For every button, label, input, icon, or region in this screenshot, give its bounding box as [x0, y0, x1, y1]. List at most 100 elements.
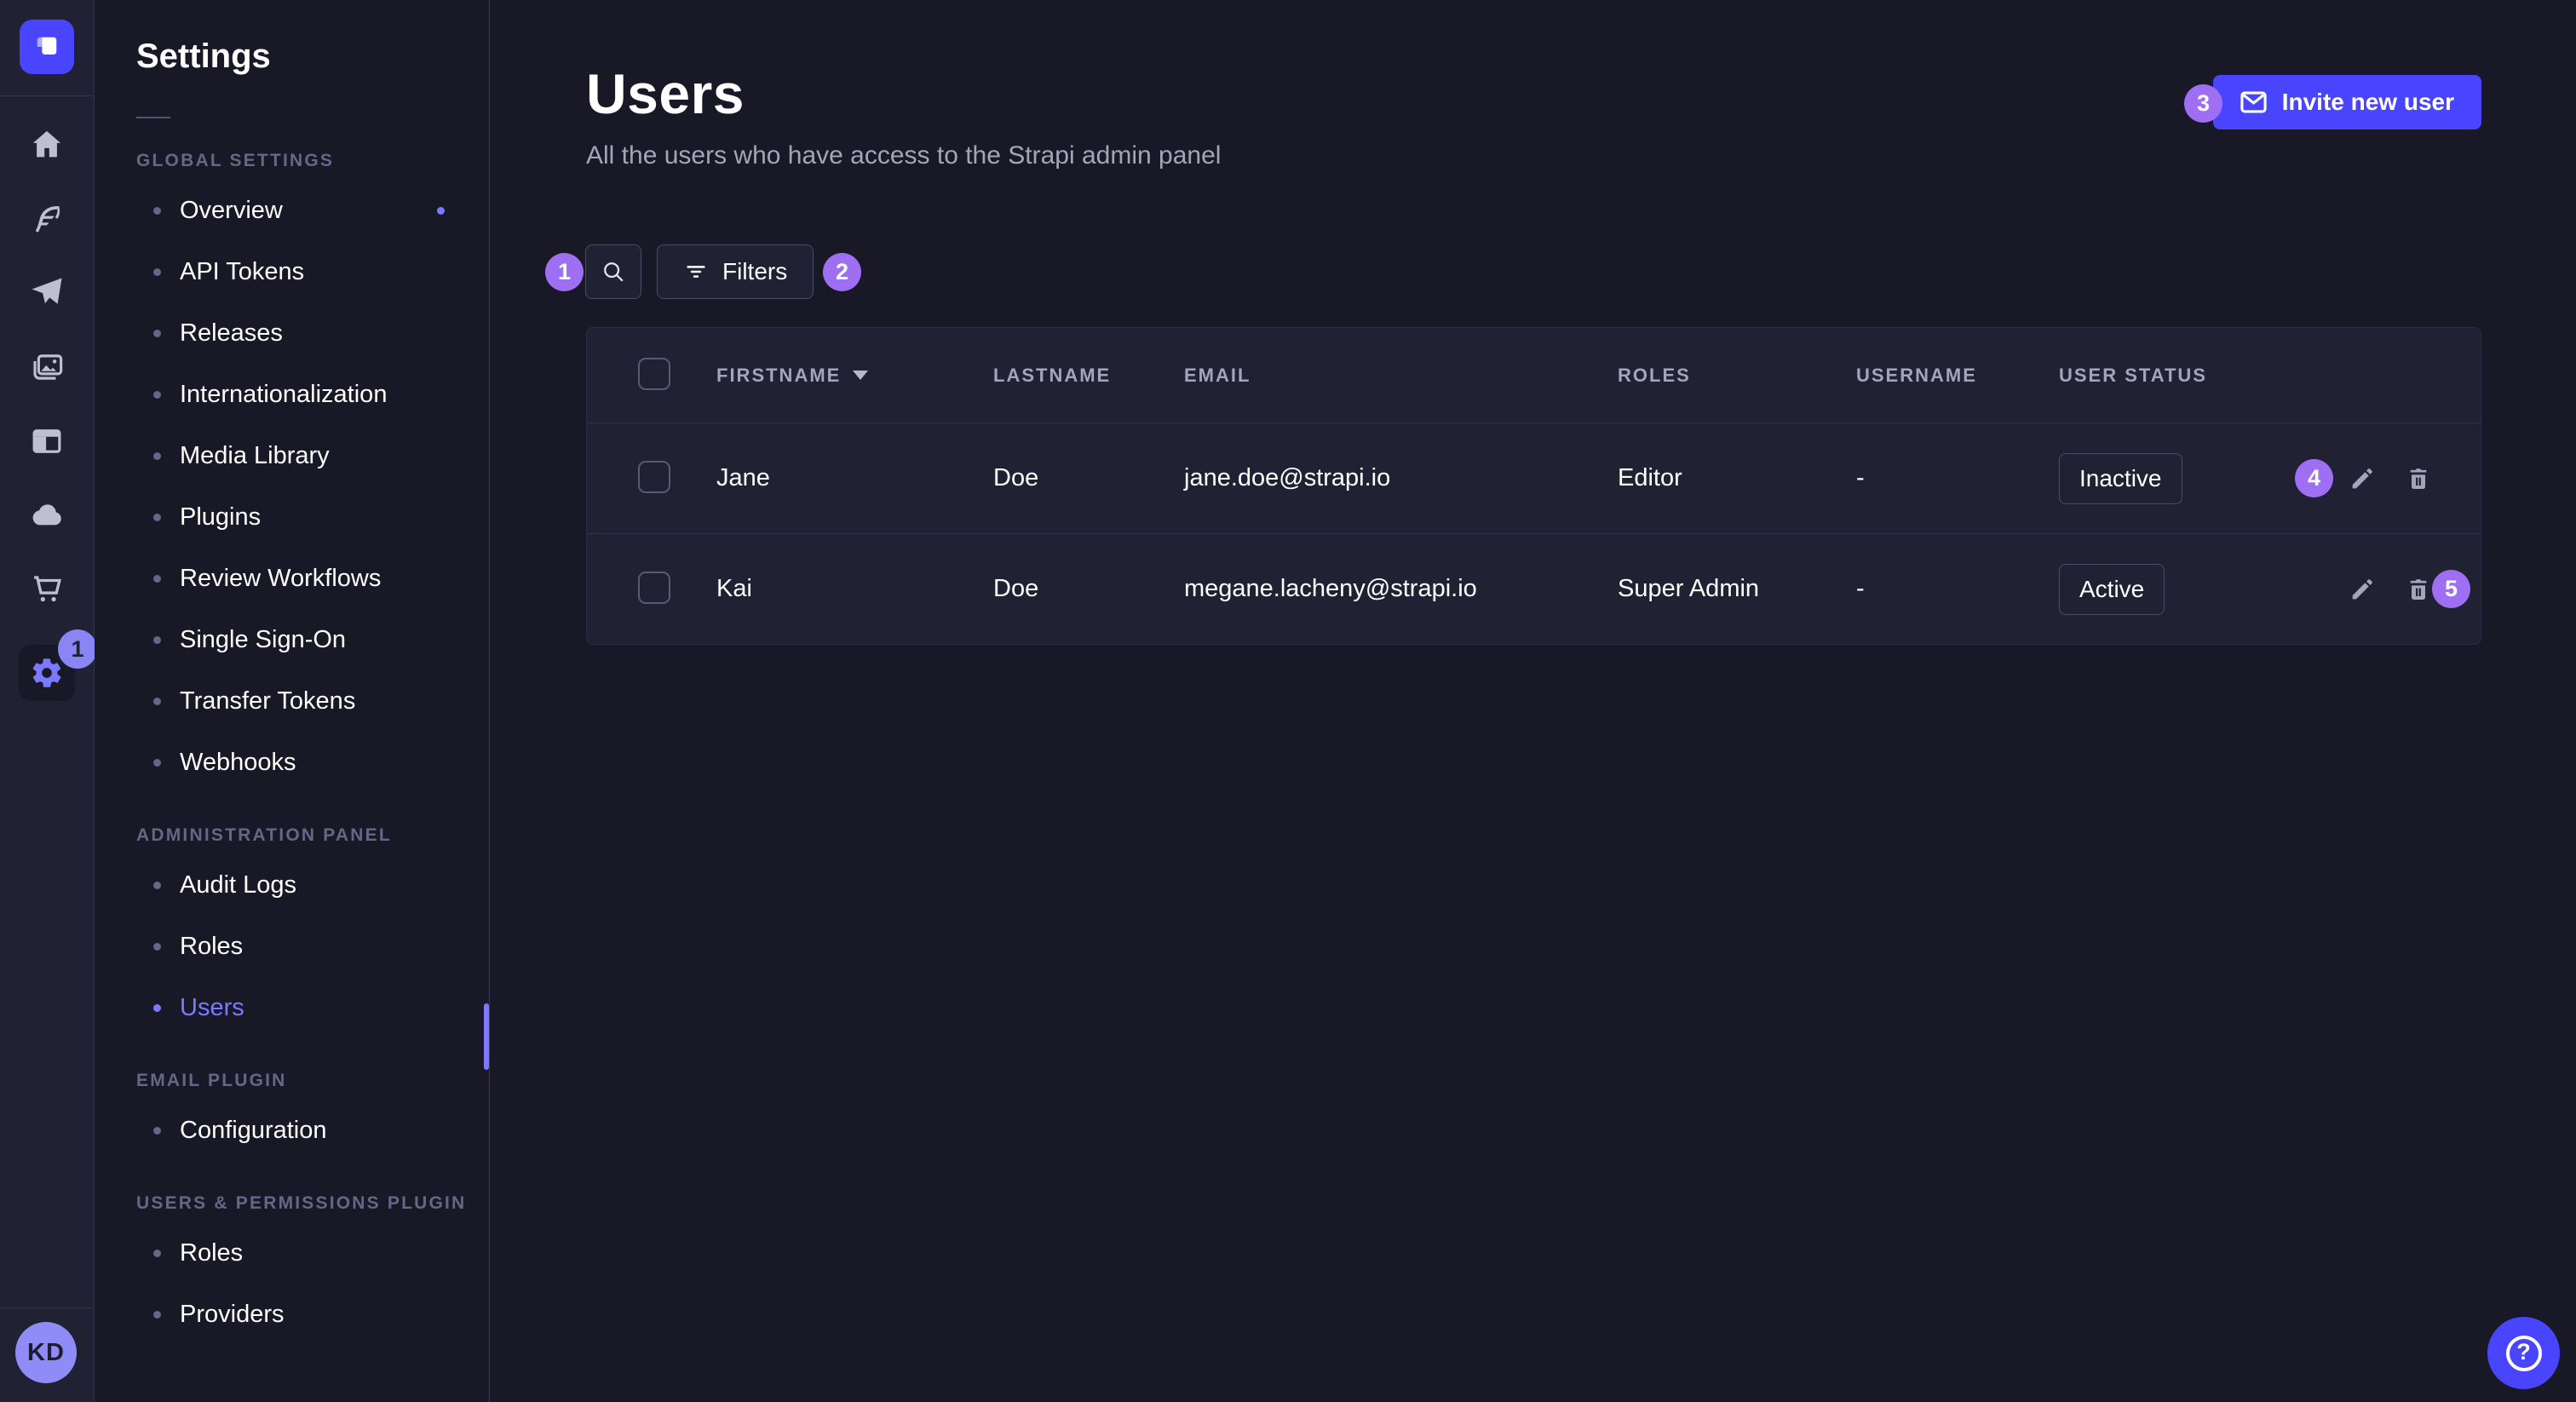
- strapi-logo[interactable]: [20, 20, 74, 74]
- section-label-email-plugin: Email plugin: [136, 1071, 469, 1091]
- pencil-icon: [2349, 465, 2376, 492]
- strapi-admin-screen: 1 KD Settings Global Settings Overview A…: [0, 0, 2576, 1402]
- filter-icon: [683, 259, 709, 284]
- help-button[interactable]: [2487, 1317, 2560, 1389]
- sidebar-item-api-tokens[interactable]: API Tokens: [136, 241, 469, 302]
- trash-icon: [2405, 576, 2432, 603]
- column-header-email[interactable]: Email: [1184, 365, 1618, 387]
- rail-nav-items: 1: [0, 126, 94, 701]
- marketplace-cart-icon[interactable]: [28, 571, 66, 608]
- table-row[interactable]: Jane Doe jane.doe@strapi.io Editor - Ina…: [587, 422, 2481, 533]
- step-badge-5: 5: [2432, 570, 2470, 608]
- users-table: Firstname Lastname Email Roles Username …: [586, 327, 2481, 645]
- step-badge-3: 3: [2184, 84, 2222, 123]
- step-badge-2: 2: [823, 253, 861, 291]
- cloud-icon[interactable]: [28, 497, 66, 534]
- step-badge-1: 1: [545, 253, 584, 291]
- sidebar-item-transfer-tokens[interactable]: Transfer Tokens: [136, 670, 469, 732]
- section-label-users-permissions-plugin: Users & Permissions plugin: [136, 1193, 469, 1214]
- bullet-icon: [153, 575, 161, 583]
- sidebar-item-overview[interactable]: Overview: [136, 180, 469, 241]
- cell-email: megane.lacheny@strapi.io: [1184, 575, 1618, 603]
- cell-lastname: Doe: [993, 575, 1184, 603]
- section-label-global-settings: Global Settings: [136, 151, 469, 171]
- sidebar-item-up-roles[interactable]: Roles: [136, 1222, 469, 1284]
- rail-divider-bottom: [0, 1307, 94, 1308]
- toolbar: Filters: [585, 244, 814, 299]
- bullet-icon: [153, 1311, 161, 1319]
- filters-button[interactable]: Filters: [657, 244, 814, 299]
- select-all-checkbox[interactable]: [638, 358, 670, 390]
- strapi-logo-icon: [32, 32, 62, 62]
- bullet-icon: [153, 207, 161, 215]
- bullet-icon: [153, 882, 161, 889]
- main-content: Users All the users who have access to t…: [491, 0, 2576, 1402]
- sort-desc-icon: [853, 371, 868, 380]
- sidebar-item-configuration[interactable]: Configuration: [136, 1100, 469, 1161]
- table-header-row: Firstname Lastname Email Roles Username …: [587, 328, 2481, 422]
- home-icon[interactable]: [28, 126, 66, 164]
- bullet-icon: [153, 268, 161, 276]
- sidebar-item-providers[interactable]: Providers: [136, 1284, 469, 1345]
- invite-new-user-button[interactable]: Invite new user: [2213, 75, 2481, 129]
- edit-user-button[interactable]: [2348, 575, 2377, 604]
- search-button[interactable]: [585, 244, 641, 299]
- cell-lastname: Doe: [993, 464, 1184, 492]
- cell-email: jane.doe@strapi.io: [1184, 464, 1618, 492]
- pencil-icon: [2349, 576, 2376, 603]
- sidebar-item-audit-logs[interactable]: Audit Logs: [136, 854, 469, 916]
- row-checkbox[interactable]: [638, 572, 670, 604]
- bullet-icon: [153, 514, 161, 521]
- search-icon: [601, 259, 626, 284]
- bullet-icon: [153, 759, 161, 767]
- page-title: Users: [586, 61, 745, 126]
- rail-divider-top: [0, 95, 94, 96]
- column-header-firstname[interactable]: Firstname: [716, 365, 993, 387]
- row-checkbox[interactable]: [638, 461, 670, 493]
- column-header-roles[interactable]: Roles: [1618, 365, 1856, 387]
- settings-gear-icon[interactable]: 1: [19, 645, 75, 701]
- sidebar-item-review-workflows[interactable]: Review Workflows: [136, 548, 469, 609]
- sidebar-item-webhooks[interactable]: Webhooks: [136, 732, 469, 793]
- main-nav-rail: 1 KD: [0, 0, 95, 1402]
- cell-roles: Super Admin: [1618, 575, 1856, 603]
- sidebar-item-releases[interactable]: Releases: [136, 302, 469, 364]
- cell-firstname: Jane: [716, 464, 993, 492]
- sidebar-item-admin-roles[interactable]: Roles: [136, 916, 469, 977]
- table-row[interactable]: Kai Doe megane.lacheny@strapi.io Super A…: [587, 533, 2481, 644]
- sidebar-item-media-library[interactable]: Media Library: [136, 425, 469, 486]
- subnav-title: Settings: [136, 37, 469, 76]
- cell-roles: Editor: [1618, 464, 1856, 492]
- sidebar-item-internationalization[interactable]: Internationalization: [136, 364, 469, 425]
- sidebar-item-single-sign-on[interactable]: Single Sign-On: [136, 609, 469, 670]
- question-mark-icon: [2506, 1336, 2542, 1371]
- bullet-icon: [153, 698, 161, 705]
- delete-user-button[interactable]: [2404, 464, 2433, 493]
- column-header-user-status[interactable]: User status: [2059, 365, 2314, 387]
- status-badge: Inactive: [2059, 453, 2182, 504]
- sidebar-item-plugins[interactable]: Plugins: [136, 486, 469, 548]
- edit-user-button[interactable]: [2348, 464, 2377, 493]
- settings-subnav: Settings Global Settings Overview API To…: [95, 0, 490, 1402]
- media-library-icon[interactable]: [28, 348, 66, 386]
- active-item-indicator: [484, 1003, 489, 1070]
- cell-firstname: Kai: [716, 575, 993, 603]
- bullet-icon: [153, 943, 161, 951]
- bullet-icon: [153, 1250, 161, 1257]
- bullet-icon: [153, 391, 161, 399]
- content-manager-icon[interactable]: [28, 200, 66, 238]
- bullet-icon: [153, 452, 161, 460]
- bullet-icon: [153, 636, 161, 644]
- sidebar-item-users[interactable]: Users: [136, 977, 469, 1038]
- title-divider: [136, 117, 170, 118]
- section-label-administration-panel: Administration panel: [136, 825, 469, 846]
- layout-icon[interactable]: [28, 422, 66, 460]
- column-header-username[interactable]: Username: [1856, 365, 2059, 387]
- envelope-icon: [2240, 91, 2267, 113]
- bullet-icon: [153, 1004, 161, 1012]
- settings-notification-badge: 1: [58, 629, 97, 669]
- send-plane-icon[interactable]: [28, 274, 66, 312]
- column-header-lastname[interactable]: Lastname: [993, 365, 1184, 387]
- delete-user-button[interactable]: [2404, 575, 2433, 604]
- user-avatar[interactable]: KD: [15, 1322, 77, 1383]
